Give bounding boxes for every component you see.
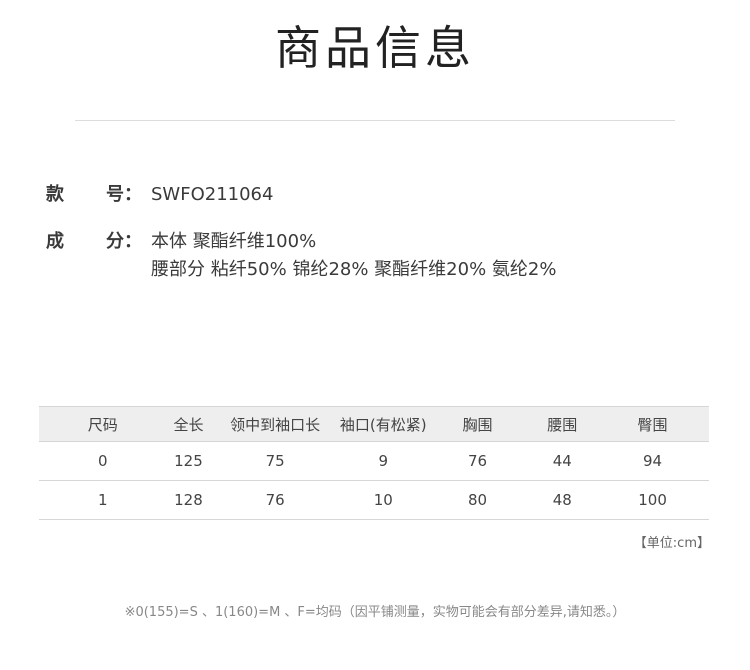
header-size: 尺码 (39, 406, 167, 442)
header-waist: 腰围 (528, 406, 597, 442)
cell-waist: 44 (528, 441, 597, 481)
table-row: 0 125 75 9 76 44 94 (39, 441, 709, 481)
footnote: ※0(155)=S 、1(160)=M 、F=均码（因平铺测量，实物可能会有部分… (124, 605, 626, 620)
cell-size: 0 (39, 441, 167, 481)
style-label-a: 款 (46, 184, 64, 205)
header-cuff: 袖口(有松紧) (339, 406, 427, 442)
composition-line-2: 腰部分 粘纤50% 锦纶28% 聚酯纤维20% 氨纶2% (151, 259, 557, 280)
unit-note: 【单位:cm】 (633, 536, 710, 551)
cell-collar-to-cuff: 75 (210, 441, 340, 481)
cell-cuff: 10 (339, 480, 427, 520)
title-divider (75, 120, 675, 121)
cell-waist: 48 (528, 480, 597, 520)
header-chest: 胸围 (426, 406, 529, 442)
header-hip: 臀围 (596, 406, 709, 442)
cell-size: 1 (39, 480, 167, 520)
composition-line-1: 本体 聚酯纤维100% (151, 231, 317, 252)
table-row: 1 128 76 10 80 48 100 (39, 480, 709, 520)
size-table: 尺码 全长 领中到袖口长 袖口(有松紧) 胸围 腰围 臀围 0 125 75 9… (39, 406, 709, 520)
cell-chest: 80 (426, 480, 529, 520)
size-table-header-row: 尺码 全长 领中到袖口长 袖口(有松紧) 胸围 腰围 臀围 (39, 406, 709, 442)
header-length: 全长 (166, 406, 211, 442)
style-value: SWFO211064 (151, 184, 274, 205)
cell-collar-to-cuff: 76 (210, 480, 340, 520)
composition-label-b: 分： (106, 231, 142, 252)
header-collar-to-cuff: 领中到袖口长 (210, 406, 340, 442)
cell-cuff: 9 (339, 441, 427, 481)
cell-length: 125 (166, 441, 211, 481)
cell-length: 128 (166, 480, 211, 520)
cell-hip: 94 (596, 441, 709, 481)
cell-hip: 100 (596, 480, 709, 520)
composition-value: 本体 聚酯纤维100% 腰部分 粘纤50% 锦纶28% 聚酯纤维20% 氨纶2% (151, 228, 556, 284)
cell-chest: 76 (426, 441, 529, 481)
composition-label-a: 成 (46, 231, 64, 252)
page-title: 商品信息 (275, 21, 475, 75)
style-label-b: 号： (106, 184, 142, 205)
